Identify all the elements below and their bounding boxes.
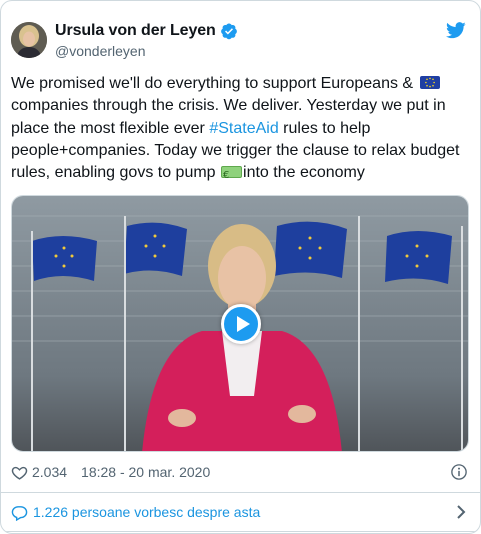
display-name[interactable]: Ursula von der Leyen <box>55 22 216 40</box>
meta-row: 2.034 18:28 - 20 mar. 2020 <box>11 462 468 482</box>
conversation-link[interactable]: 1.226 persoane vorbesc despre asta <box>11 502 468 522</box>
divider <box>1 492 480 493</box>
twitter-bird-icon[interactable] <box>446 22 466 39</box>
tweet-card: Ursula von der Leyen @vonderleyen We pro… <box>0 0 481 534</box>
euro-banknote-emoji-icon <box>221 165 243 187</box>
handle[interactable]: @vonderleyen <box>55 43 146 59</box>
avatar-portrait <box>11 22 47 58</box>
avatar[interactable] <box>11 22 47 58</box>
conversation-label[interactable]: 1.226 persoane vorbesc despre asta <box>33 504 260 520</box>
hashtag-link[interactable]: #StateAid <box>209 120 278 137</box>
eu-flag-emoji-icon <box>419 76 440 89</box>
name-row[interactable]: Ursula von der Leyen <box>55 22 238 40</box>
tweet-header: Ursula von der Leyen @vonderleyen <box>11 20 468 62</box>
info-icon[interactable] <box>450 463 468 481</box>
heart-icon[interactable] <box>11 464 28 481</box>
play-button[interactable] <box>221 304 261 344</box>
chevron-right-icon[interactable] <box>454 504 468 520</box>
divider-bottom <box>1 531 480 532</box>
speech-bubble-icon <box>11 505 28 521</box>
video-thumbnail[interactable] <box>11 195 469 452</box>
tweet-text-part-4: into the economy <box>243 164 365 182</box>
like-count[interactable]: 2.034 <box>32 464 67 480</box>
play-icon <box>236 316 250 332</box>
tweet-text-part-1: We promised we'll do everything to suppo… <box>11 75 414 92</box>
verified-badge-icon <box>220 23 237 40</box>
timestamp[interactable]: 18:28 - 20 mar. 2020 <box>81 464 210 480</box>
tweet-text: We promised we'll do everything to suppo… <box>11 73 469 187</box>
